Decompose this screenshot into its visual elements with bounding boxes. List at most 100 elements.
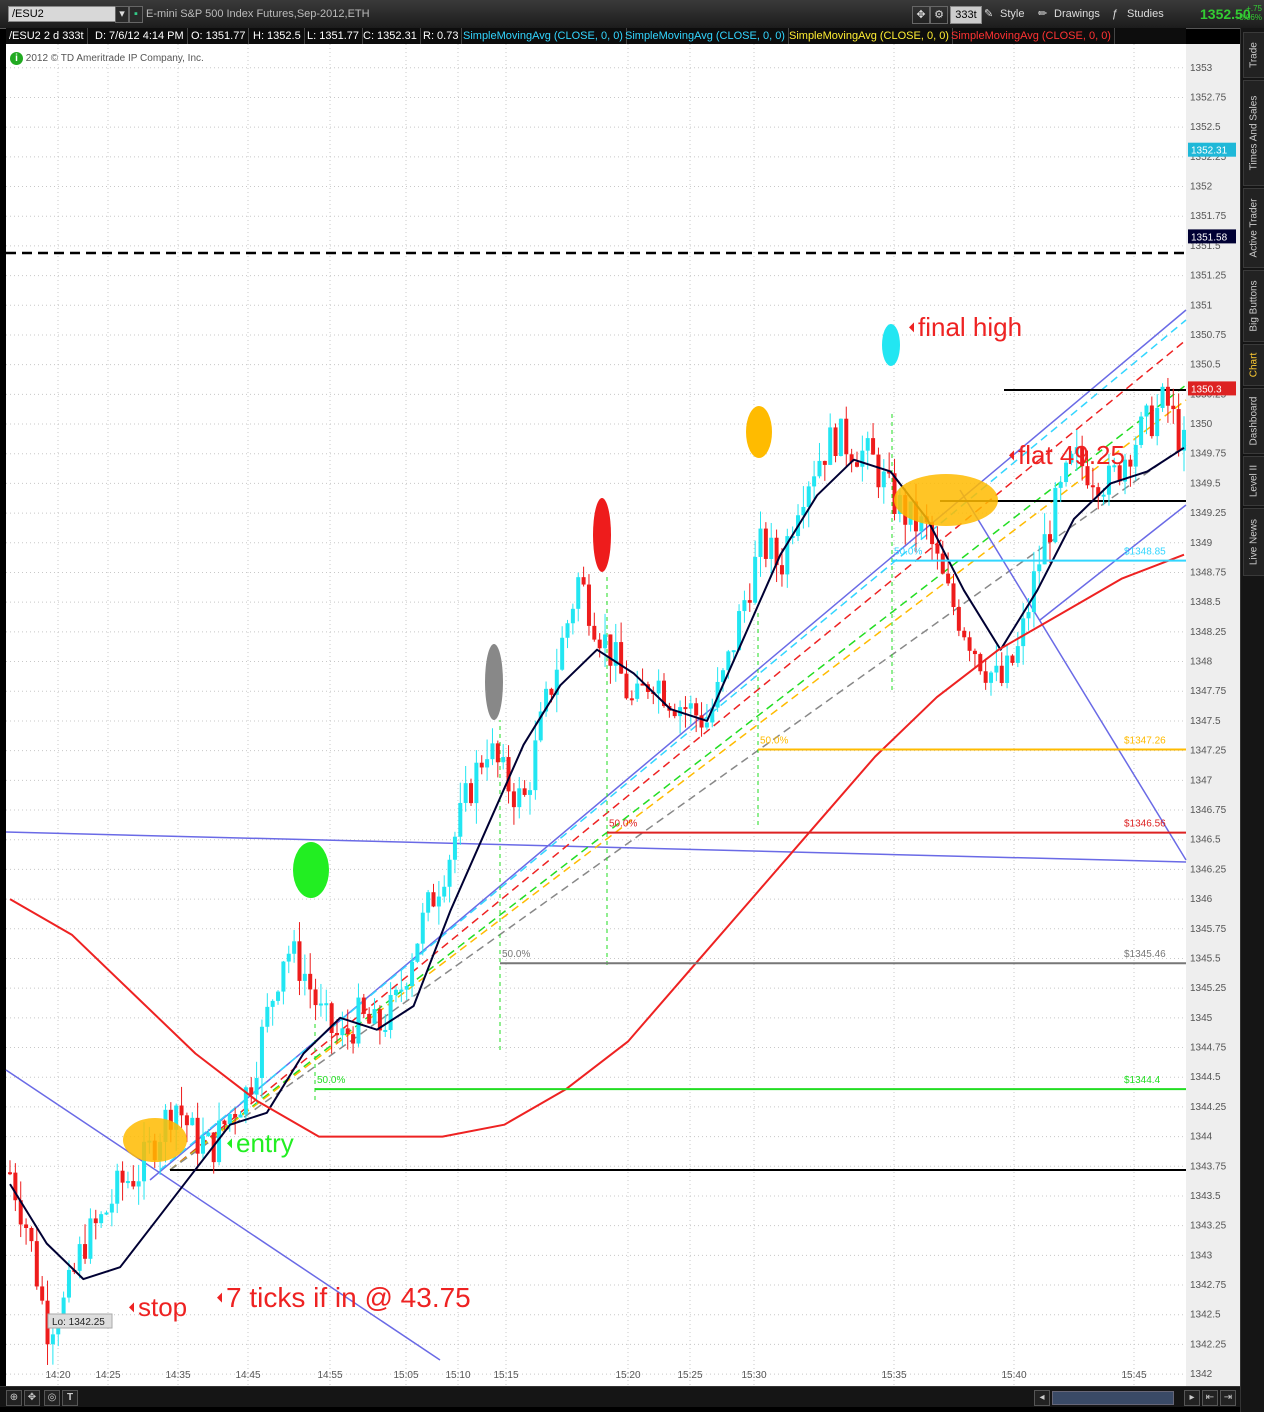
sidebar-tab-big-buttons[interactable]: Big Buttons bbox=[1243, 270, 1264, 342]
pan-icon[interactable]: ✥ bbox=[24, 1390, 40, 1406]
candle-body bbox=[876, 454, 881, 488]
study-label-3[interactable]: SimpleMovingAvg (CLOSE, 0, 0) bbox=[786, 28, 953, 44]
red-marker bbox=[593, 498, 611, 572]
price-tag-label: 1351.58 bbox=[1191, 232, 1228, 243]
x-tick-label: 15:05 bbox=[393, 1370, 418, 1381]
candle-body bbox=[1139, 416, 1144, 445]
candle-body bbox=[967, 637, 972, 651]
y-tick-label: 1347.25 bbox=[1190, 746, 1227, 757]
candle-body bbox=[436, 896, 441, 907]
sidebar-tab-times-and-sales[interactable]: Times And Sales bbox=[1243, 80, 1264, 186]
fib-level-price: $1344.4 bbox=[1124, 1075, 1161, 1086]
style-button[interactable]: Style bbox=[1000, 6, 1024, 22]
flat-zone-ellipse bbox=[894, 474, 998, 526]
y-tick-label: 1342.25 bbox=[1190, 1339, 1227, 1350]
candle-body bbox=[1171, 405, 1176, 410]
expand-icon[interactable]: ⇤ bbox=[1202, 1390, 1218, 1406]
candle-body bbox=[361, 997, 366, 1014]
candle-body bbox=[184, 1115, 189, 1126]
y-tick-label: 1348 bbox=[1190, 657, 1213, 668]
copyright-text: 2012 © TD Ameritrade IP Company, Inc. bbox=[25, 53, 204, 64]
info-icon[interactable]: i bbox=[10, 52, 23, 65]
drawings-button[interactable]: Drawings bbox=[1054, 6, 1100, 22]
info-open: O: 1351.77 bbox=[188, 28, 250, 44]
candle-body bbox=[393, 989, 398, 995]
symbol-dropdown-icon[interactable]: ▾ bbox=[115, 6, 129, 23]
scroll-thumb[interactable] bbox=[1052, 1391, 1174, 1405]
info-range: R: 0.73 bbox=[420, 28, 463, 44]
studies-button[interactable]: Studies bbox=[1127, 6, 1164, 22]
candle-body bbox=[356, 997, 361, 1044]
candle-body bbox=[125, 1181, 130, 1184]
candle-body bbox=[812, 476, 817, 487]
candle-body bbox=[104, 1212, 109, 1215]
y-tick-label: 1342.5 bbox=[1190, 1310, 1221, 1321]
candle-body bbox=[1026, 612, 1031, 619]
candle-body bbox=[854, 462, 859, 467]
candle-body bbox=[570, 608, 575, 624]
y-tick-label: 1351 bbox=[1190, 300, 1213, 311]
candle-body bbox=[522, 788, 527, 795]
candle-body bbox=[227, 1113, 232, 1125]
collapse-icon[interactable]: ⇥ bbox=[1220, 1390, 1236, 1406]
candle-body bbox=[404, 986, 409, 990]
candle-body bbox=[1144, 405, 1149, 417]
text-tool-icon[interactable]: T bbox=[62, 1390, 78, 1406]
zoom-icon[interactable]: ⊕ bbox=[6, 1390, 22, 1406]
crosshair-icon[interactable]: ✥ bbox=[912, 6, 930, 24]
candle-body bbox=[769, 537, 774, 559]
candle-body bbox=[420, 912, 425, 944]
sidebar-tab-level-ii[interactable]: Level II bbox=[1243, 456, 1264, 506]
candle-body bbox=[865, 438, 870, 451]
scroll-right-icon[interactable]: ▸ bbox=[1184, 1390, 1200, 1406]
style-icon[interactable]: ✎ bbox=[984, 6, 993, 22]
studies-icon[interactable]: ƒ bbox=[1112, 6, 1118, 22]
scroll-left-icon[interactable]: ◂ bbox=[1034, 1390, 1050, 1406]
sidebar-tab-active-trader[interactable]: Active Trader bbox=[1243, 188, 1264, 268]
candle-body bbox=[962, 630, 967, 638]
study-label-1[interactable]: SimpleMovingAvg (CLOSE, 0, 0) bbox=[460, 28, 627, 44]
candle-body bbox=[426, 892, 431, 913]
sidebar-tab-live-news[interactable]: Live News bbox=[1243, 508, 1264, 576]
candle-body bbox=[190, 1117, 195, 1126]
candle-body bbox=[297, 941, 302, 981]
symbol-input[interactable]: /ESU2 bbox=[8, 6, 117, 22]
candle-body bbox=[1149, 405, 1154, 437]
candle-body bbox=[131, 1181, 136, 1187]
link-icon[interactable]: ▪ bbox=[129, 6, 143, 23]
chart-scrollbar[interactable]: ⊕ ✥ ◎ T ◂ ▸ ⇤ ⇥ bbox=[0, 1386, 1240, 1407]
sidebar-tab-chart[interactable]: Chart bbox=[1243, 344, 1264, 386]
candle-body bbox=[200, 1136, 205, 1154]
price-tag-label: 1350.3 bbox=[1191, 384, 1222, 395]
settings-icon[interactable]: ⚙ bbox=[930, 6, 948, 24]
y-tick-label: 1348.5 bbox=[1190, 597, 1221, 608]
candle-body bbox=[511, 791, 516, 808]
info-high: H: 1352.5 bbox=[250, 28, 305, 44]
study-label-2[interactable]: SimpleMovingAvg (CLOSE, 0, 0) bbox=[622, 28, 789, 44]
candle-body bbox=[29, 1227, 34, 1242]
sidebar-tab-label: Big Buttons bbox=[1248, 280, 1260, 332]
y-tick-label: 1343 bbox=[1190, 1250, 1213, 1261]
candle-body bbox=[281, 961, 286, 992]
candle-body bbox=[431, 892, 436, 907]
study-label-4[interactable]: SimpleMovingAvg (CLOSE, 0, 0) bbox=[948, 28, 1115, 44]
annotation-text: 7 ticks if in @ 43.75 bbox=[226, 1282, 471, 1313]
aggregation-selector[interactable]: 333t bbox=[950, 6, 982, 24]
candle-body bbox=[565, 623, 570, 638]
candle-body bbox=[940, 553, 945, 574]
candle-body bbox=[83, 1244, 88, 1259]
y-tick-label: 1349.5 bbox=[1190, 478, 1221, 489]
y-tick-label: 1346.5 bbox=[1190, 835, 1221, 846]
y-tick-label: 1353 bbox=[1190, 63, 1213, 74]
fib-percent-label: 50.0% bbox=[502, 949, 530, 960]
instrument-description: E-mini S&P 500 Index Futures,Sep-2012,ET… bbox=[146, 8, 370, 20]
magnify-icon[interactable]: ◎ bbox=[44, 1390, 60, 1406]
sidebar-tab-trade[interactable]: Trade bbox=[1243, 32, 1264, 78]
candle-body bbox=[844, 418, 849, 455]
info-symbol-period[interactable]: /ESU2 2 d 333t bbox=[6, 28, 88, 44]
sidebar-tab-dashboard[interactable]: Dashboard bbox=[1243, 388, 1264, 454]
drawings-icon[interactable]: ✏ bbox=[1038, 6, 1047, 22]
x-tick-label: 15:25 bbox=[677, 1370, 702, 1381]
candle-body bbox=[1165, 386, 1170, 406]
price-chart[interactable]: 1342 1342.25 1342.5 1342.75 1343 1343.25 1343.… bbox=[0, 0, 1264, 1412]
